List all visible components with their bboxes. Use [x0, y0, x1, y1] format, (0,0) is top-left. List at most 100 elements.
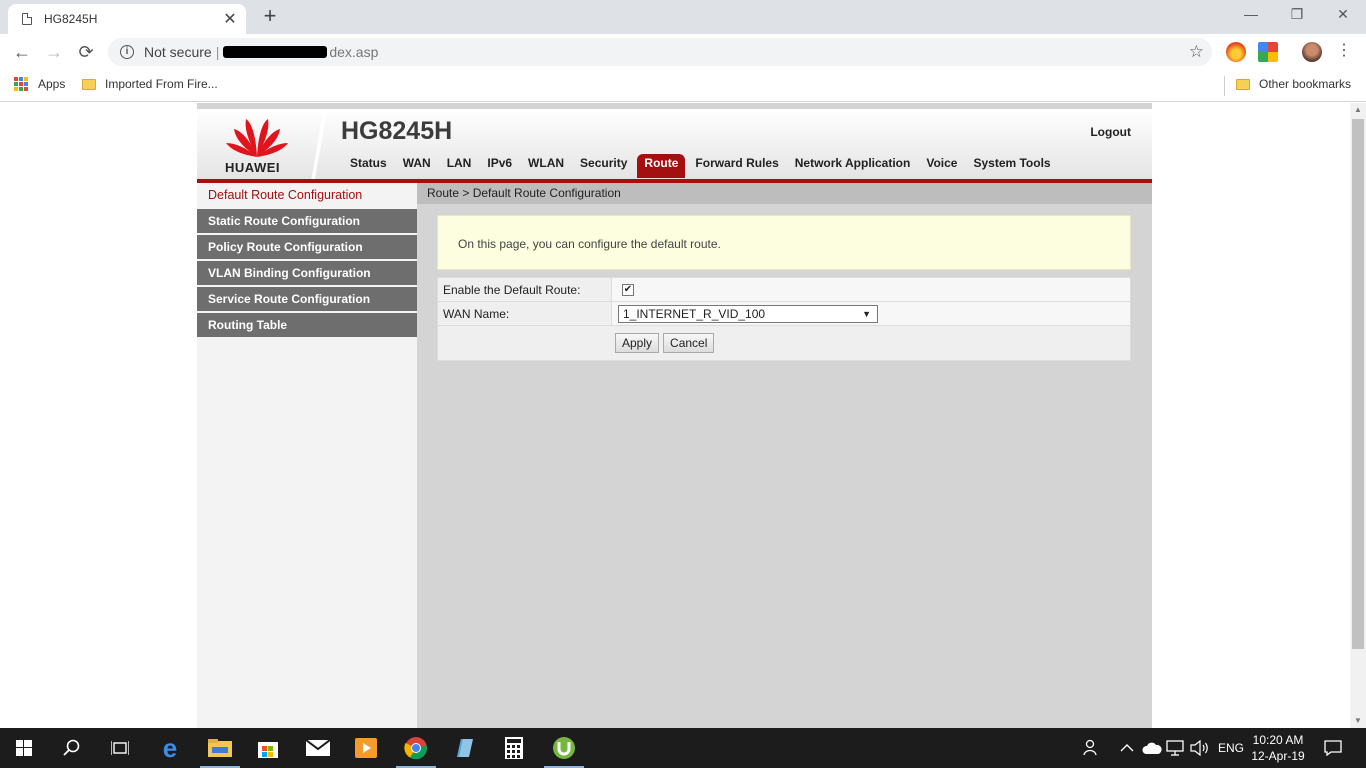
default-route-form: Enable the Default Route: ✔ WAN Name: 1_…	[437, 277, 1131, 361]
nav-wlan[interactable]: WLAN	[520, 154, 572, 178]
search-icon[interactable]	[48, 728, 96, 768]
nav-network-application[interactable]: Network Application	[787, 154, 919, 178]
calculator-icon[interactable]	[490, 728, 538, 768]
people-icon[interactable]	[1082, 728, 1100, 768]
enable-route-cell: ✔	[612, 278, 1130, 301]
scroll-thumb[interactable]	[1352, 119, 1364, 649]
nav-lan[interactable]: LAN	[439, 154, 480, 178]
nav-system-tools[interactable]: System Tools	[965, 154, 1058, 178]
scroll-down-icon[interactable]: ▼	[1350, 714, 1366, 728]
new-tab-button[interactable]: +	[258, 5, 282, 29]
enable-route-checkbox[interactable]: ✔	[622, 283, 634, 296]
tray-chevron-up-icon[interactable]	[1120, 728, 1134, 768]
url-tail: dex.asp	[329, 44, 379, 60]
forward-icon[interactable]: →	[42, 40, 66, 64]
minimize-button[interactable]: —	[1228, 0, 1274, 30]
nav-status[interactable]: Status	[342, 154, 395, 178]
language-indicator[interactable]: ENG	[1218, 728, 1244, 768]
restore-button[interactable]: ❐	[1274, 0, 1320, 30]
page-icon	[22, 13, 32, 25]
mail-icon[interactable]	[294, 728, 342, 768]
utorrent-icon[interactable]	[540, 728, 588, 768]
network-icon[interactable]	[1166, 728, 1184, 768]
extension-google-icon[interactable]	[1258, 42, 1278, 62]
windows-taskbar: e ENG 10:20 AM 12-Apr-19	[0, 728, 1366, 768]
main-nav: Status WAN LAN IPv6 WLAN Security Route …	[342, 154, 1059, 178]
security-label: Not secure	[144, 44, 212, 60]
task-view-icon[interactable]	[96, 728, 144, 768]
clock-date: 12-Apr-19	[1251, 749, 1305, 763]
sidebar-item-static-route[interactable]: Static Route Configuration	[197, 209, 417, 233]
router-header: HUAWEI HG8245H Logout Status WAN LAN IPv…	[197, 109, 1152, 179]
sidebar-item-routing-table[interactable]: Routing Table	[197, 313, 417, 337]
nav-voice[interactable]: Voice	[918, 154, 965, 178]
page-scrollbar[interactable]: ▲ ▼	[1350, 103, 1366, 728]
sidebar-item-policy-route[interactable]: Policy Route Configuration	[197, 235, 417, 259]
wan-name-cell: 1_INTERNET_R_VID_100 ▼	[612, 302, 1130, 325]
bookmarks-bar: Apps Imported From Fire... Other bookmar…	[0, 70, 1366, 102]
nav-wan[interactable]: WAN	[395, 154, 439, 178]
edge-icon[interactable]: e	[146, 728, 194, 768]
bookmarks-divider	[1224, 76, 1225, 96]
bookmark-imported[interactable]: Imported From Fire...	[82, 77, 218, 91]
cancel-button[interactable]: Cancel	[663, 333, 715, 353]
enable-route-label: Enable the Default Route:	[438, 278, 612, 301]
info-icon[interactable]: i	[120, 45, 134, 59]
sidebar-item-default-route[interactable]: Default Route Configuration	[197, 183, 417, 207]
chrome-icon[interactable]	[392, 728, 440, 768]
extension-fire-icon[interactable]	[1226, 42, 1246, 62]
browser-toolbar: ← → ⟳ i Not secure | dex.asp ☆ ⋮	[0, 34, 1366, 70]
nav-forward-rules[interactable]: Forward Rules	[687, 154, 786, 178]
windows-start-icon[interactable]	[0, 728, 48, 768]
close-window-button[interactable]: ✕	[1320, 0, 1366, 30]
form-row-wan: WAN Name: 1_INTERNET_R_VID_100 ▼	[438, 302, 1130, 326]
logout-link[interactable]: Logout	[1090, 125, 1131, 139]
nav-ipv6[interactable]: IPv6	[479, 154, 520, 178]
taskbar-clock[interactable]: 10:20 AM 12-Apr-19	[1248, 732, 1308, 764]
bookmark-imported-label: Imported From Fire...	[105, 77, 218, 91]
wan-name-value: 1_INTERNET_R_VID_100	[623, 306, 766, 321]
volume-icon[interactable]	[1190, 728, 1210, 768]
brand-text: HUAWEI	[225, 160, 280, 175]
huawei-logo-icon	[226, 119, 288, 157]
nav-route[interactable]: Route	[637, 154, 686, 178]
chevron-down-icon: ▼	[862, 308, 871, 319]
form-buttons: Apply Cancel	[438, 326, 1130, 360]
sidebar-item-service-route[interactable]: Service Route Configuration	[197, 287, 417, 311]
tab-title: HG8245H	[44, 12, 98, 26]
reload-icon[interactable]: ⟳	[74, 40, 98, 64]
nav-security[interactable]: Security	[572, 154, 635, 178]
bookmark-star-icon[interactable]: ☆	[1189, 42, 1204, 62]
bookmark-other[interactable]: Other bookmarks	[1236, 77, 1351, 91]
form-row-enable: Enable the Default Route: ✔	[438, 278, 1130, 302]
browser-tab[interactable]: HG8245H ✕	[8, 4, 246, 34]
apply-button[interactable]: Apply	[615, 333, 660, 353]
bookmark-other-label: Other bookmarks	[1259, 77, 1352, 91]
url-separator: |	[215, 44, 220, 60]
address-bar[interactable]: i Not secure | dex.asp ☆	[108, 38, 1212, 66]
info-notice: On this page, you can configure the defa…	[437, 215, 1131, 270]
bookmark-apps-label: Apps	[38, 77, 66, 91]
window-controls: — ❐ ✕	[1228, 0, 1366, 30]
clock-time: 10:20 AM	[1252, 733, 1304, 747]
bookmark-apps[interactable]: Apps	[14, 77, 65, 91]
back-icon[interactable]: ←	[10, 40, 34, 64]
redacted-url	[223, 46, 328, 58]
profile-avatar[interactable]	[1302, 42, 1322, 62]
browser-menu-icon[interactable]: ⋮	[1336, 42, 1352, 60]
tab-close-icon[interactable]: ✕	[220, 9, 240, 29]
notepad-icon[interactable]	[440, 728, 488, 768]
scroll-up-icon[interactable]: ▲	[1350, 103, 1366, 117]
page-viewport: HUAWEI HG8245H Logout Status WAN LAN IPv…	[0, 103, 1350, 728]
store-icon[interactable]	[244, 728, 292, 768]
folder-icon	[82, 78, 96, 90]
media-player-icon[interactable]	[342, 728, 390, 768]
wan-name-select[interactable]: 1_INTERNET_R_VID_100 ▼	[618, 304, 878, 323]
sidebar-item-vlan-binding[interactable]: VLAN Binding Configuration	[197, 261, 417, 285]
header-divider	[309, 109, 329, 179]
onedrive-cloud-icon[interactable]	[1142, 728, 1162, 768]
file-explorer-icon[interactable]	[196, 728, 244, 768]
folder-icon	[1236, 78, 1250, 90]
sidebar: Default Route Configuration Static Route…	[197, 183, 417, 728]
notifications-icon[interactable]	[1324, 728, 1342, 768]
